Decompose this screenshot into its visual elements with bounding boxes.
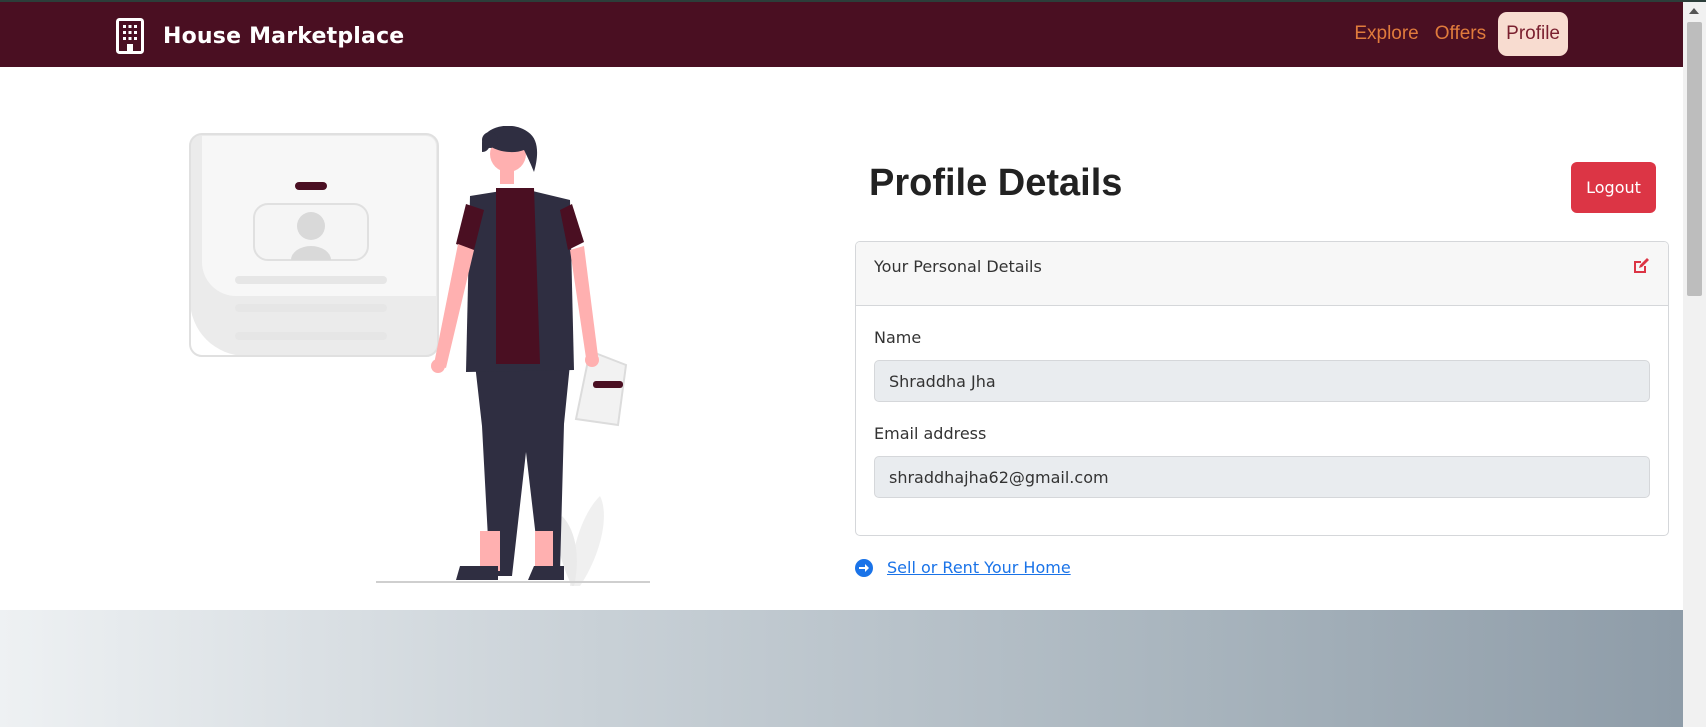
nav-link-offers[interactable]: Offers: [1427, 12, 1494, 56]
email-input[interactable]: [874, 456, 1650, 498]
footer-gradient-band: [0, 610, 1683, 727]
logout-button[interactable]: Logout: [1571, 162, 1656, 213]
card-header: Your Personal Details: [856, 242, 1668, 306]
brand-title: House Marketplace: [163, 23, 405, 49]
name-input[interactable]: [874, 360, 1650, 402]
personal-details-card: Your Personal Details Name Email address: [855, 241, 1669, 536]
brand[interactable]: House Marketplace: [116, 18, 404, 54]
email-label: Email address: [874, 424, 987, 443]
sell-or-rent-link[interactable]: Sell or Rent Your Home: [855, 558, 1071, 577]
nav-link-explore[interactable]: Explore: [1346, 12, 1426, 56]
sell-or-rent-label: Sell or Rent Your Home: [887, 558, 1071, 577]
navbar: House Marketplace Explore Offers Profile: [0, 2, 1683, 67]
scroll-thumb[interactable]: [1687, 22, 1702, 296]
building-icon: [116, 18, 144, 54]
profile-illustration: [189, 126, 650, 586]
scroll-up-arrow-icon[interactable]: [1689, 8, 1699, 14]
nav-link-profile[interactable]: Profile: [1498, 12, 1568, 56]
page-scrollbar[interactable]: [1683, 2, 1706, 727]
nav-links: Explore Offers Profile: [1346, 12, 1568, 56]
edit-icon[interactable]: [1631, 256, 1651, 276]
page-title: Profile Details: [869, 162, 1123, 204]
card-header-label: Your Personal Details: [874, 257, 1042, 276]
arrow-right-circle-icon: [855, 558, 873, 577]
name-label: Name: [874, 328, 922, 347]
